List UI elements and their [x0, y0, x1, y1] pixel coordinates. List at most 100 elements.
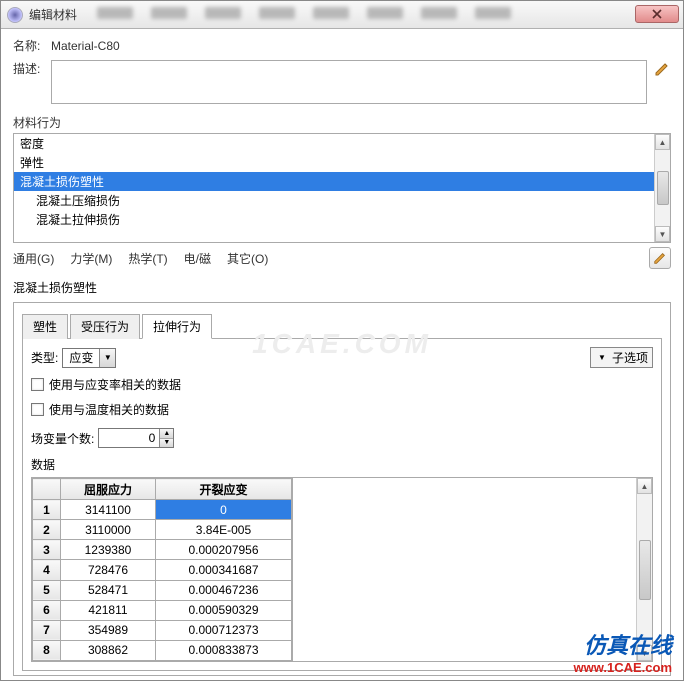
blurred-menubar [97, 7, 677, 23]
spin-up-icon[interactable]: ▲ [160, 429, 173, 439]
menu-other[interactable]: 其它(O) [227, 250, 268, 267]
behavior-item[interactable]: 混凝土压缩损伤 [14, 191, 654, 210]
suboptions-button[interactable]: ▼ 子选项 [590, 347, 653, 368]
cell-crack[interactable]: 0.000712373 [155, 620, 291, 640]
cell-crack[interactable]: 0.000341687 [155, 560, 291, 580]
name-row: 名称: Material-C80 [13, 37, 671, 54]
row-number: 6 [33, 600, 61, 620]
fieldvar-input[interactable] [99, 429, 159, 447]
window-root: 编辑材料 名称: Material-C80 描述: 材料行为 密度弹性混凝土损伤… [0, 0, 684, 681]
menu-emag[interactable]: 电/磁 [184, 250, 211, 267]
tab[interactable]: 拉伸行为 [142, 314, 212, 339]
edit-desc-button[interactable] [653, 60, 671, 78]
data-label: 数据 [31, 456, 653, 473]
menu-general[interactable]: 通用(G) [13, 250, 54, 267]
cell-yield[interactable]: 421811 [61, 600, 156, 620]
table-scrollbar[interactable]: ▲ ▼ [636, 478, 652, 661]
corner-cell [33, 479, 61, 500]
behavior-item[interactable]: 弹性 [14, 153, 654, 172]
tab-body: 类型: 应变 ▼ ▼ 子选项 使用与应变率相关的数据 使用 [22, 339, 662, 671]
damage-section-label: 混凝土损伤塑性 [13, 279, 671, 296]
cell-crack[interactable]: 3.84E-005 [155, 520, 291, 540]
scroll-up-icon[interactable]: ▲ [637, 478, 652, 494]
cell-yield[interactable]: 1239380 [61, 540, 156, 560]
data-table-wrap: 屈服应力开裂应变131411000231100003.84E-005312393… [31, 477, 653, 662]
type-value: 应变 [63, 349, 99, 366]
row-number: 8 [33, 640, 61, 660]
spin-down-icon[interactable]: ▼ [160, 439, 173, 448]
table-row[interactable]: 131411000 [33, 500, 292, 520]
column-header[interactable]: 开裂应变 [155, 479, 291, 500]
type-label: 类型: [31, 349, 58, 366]
cell-crack[interactable]: 0 [155, 500, 291, 520]
scroll-down-icon[interactable]: ▼ [637, 645, 652, 661]
type-combo[interactable]: 应变 ▼ [62, 348, 116, 368]
table-row[interactable]: 73549890.000712373 [33, 620, 292, 640]
checkbox-icon[interactable] [31, 403, 44, 416]
content-area: 名称: Material-C80 描述: 材料行为 密度弹性混凝土损伤塑性混凝土… [1, 29, 683, 680]
table-row[interactable]: 47284760.000341687 [33, 560, 292, 580]
close-button[interactable] [635, 5, 679, 23]
titlebar[interactable]: 编辑材料 [1, 1, 683, 29]
column-header[interactable]: 屈服应力 [61, 479, 156, 500]
table-row[interactable]: 231100003.84E-005 [33, 520, 292, 540]
data-table[interactable]: 屈服应力开裂应变131411000231100003.84E-005312393… [32, 478, 292, 661]
desc-label: 描述: [13, 60, 51, 77]
behavior-items[interactable]: 密度弹性混凝土损伤塑性混凝土压缩损伤混凝土拉伸损伤 [14, 134, 654, 242]
tabs: 塑性受压行为拉伸行为 [22, 313, 662, 339]
cell-crack[interactable]: 0.000833873 [155, 640, 291, 660]
edit-behavior-button[interactable] [649, 247, 671, 269]
table-row[interactable]: 312393800.000207956 [33, 540, 292, 560]
table-row[interactable]: 83088620.000833873 [33, 640, 292, 660]
data-area: 数据 屈服应力开裂应变131411000231100003.84E-005312… [31, 456, 653, 662]
behavior-item[interactable]: 混凝土损伤塑性 [14, 172, 654, 191]
strainrate-label: 使用与应变率相关的数据 [49, 376, 181, 393]
pencil-icon [654, 61, 670, 77]
scroll-up-icon[interactable]: ▲ [655, 134, 670, 150]
fieldvar-spinner[interactable]: ▲ ▼ [98, 428, 174, 448]
name-label: 名称: [13, 37, 51, 54]
chevron-down-icon: ▼ [99, 349, 115, 367]
cell-crack[interactable]: 0.000207956 [155, 540, 291, 560]
cell-crack[interactable]: 0.000590329 [155, 600, 291, 620]
temperature-checkbox-row[interactable]: 使用与温度相关的数据 [31, 401, 653, 418]
behavior-section-label: 材料行为 [13, 114, 671, 131]
app-icon [7, 7, 23, 23]
category-menu: 通用(G) 力学(M) 热学(T) 电/磁 其它(O) [13, 243, 671, 273]
window-title: 编辑材料 [29, 6, 77, 23]
cell-yield[interactable]: 3141100 [61, 500, 156, 520]
scroll-thumb[interactable] [657, 171, 669, 205]
menu-thermal[interactable]: 热学(T) [128, 250, 167, 267]
scroll-down-icon[interactable]: ▼ [655, 226, 670, 242]
checkbox-icon[interactable] [31, 378, 44, 391]
tab[interactable]: 受压行为 [70, 314, 140, 339]
menu-mechanical[interactable]: 力学(M) [70, 250, 112, 267]
fieldvar-row: 场变量个数: ▲ ▼ [31, 428, 653, 448]
tab[interactable]: 塑性 [22, 314, 68, 339]
table-fill [292, 478, 636, 661]
behavior-item[interactable]: 密度 [14, 134, 654, 153]
type-row: 类型: 应变 ▼ ▼ 子选项 [31, 347, 653, 368]
behavior-list: 密度弹性混凝土损伤塑性混凝土压缩损伤混凝土拉伸损伤 ▲ ▼ [13, 133, 671, 243]
cell-crack[interactable]: 0.000467236 [155, 580, 291, 600]
row-number: 2 [33, 520, 61, 540]
cell-yield[interactable]: 308862 [61, 640, 156, 660]
cell-yield[interactable]: 728476 [61, 560, 156, 580]
cell-yield[interactable]: 3110000 [61, 520, 156, 540]
cell-yield[interactable]: 354989 [61, 620, 156, 640]
chevron-down-icon: ▼ [595, 351, 609, 365]
row-number: 4 [33, 560, 61, 580]
desc-input[interactable] [51, 60, 647, 104]
strainrate-checkbox-row[interactable]: 使用与应变率相关的数据 [31, 376, 653, 393]
row-number: 7 [33, 620, 61, 640]
row-number: 5 [33, 580, 61, 600]
desc-row: 描述: [13, 60, 671, 104]
table-row[interactable]: 64218110.000590329 [33, 600, 292, 620]
behavior-item[interactable]: 混凝土拉伸损伤 [14, 210, 654, 229]
cell-yield[interactable]: 528471 [61, 580, 156, 600]
behavior-scrollbar[interactable]: ▲ ▼ [654, 134, 670, 242]
row-number: 1 [33, 500, 61, 520]
temperature-label: 使用与温度相关的数据 [49, 401, 169, 418]
scroll-thumb[interactable] [639, 540, 651, 600]
table-row[interactable]: 55284710.000467236 [33, 580, 292, 600]
